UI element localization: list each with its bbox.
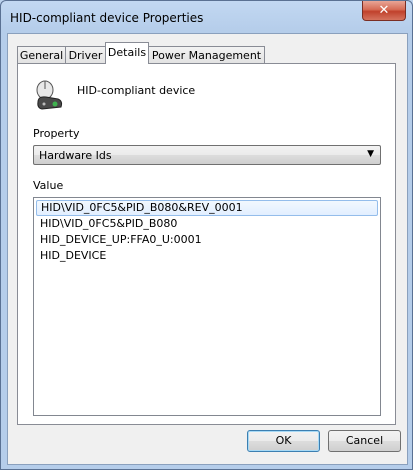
dialog-client-area: General Driver Details Power Management … — [7, 33, 408, 465]
tab-general[interactable]: General — [17, 46, 66, 63]
cancel-button[interactable]: Cancel — [328, 430, 401, 452]
properties-dialog: HID-compliant device Properties ✕ Genera… — [0, 0, 413, 470]
ok-button[interactable]: OK — [247, 430, 320, 452]
details-panel: HID-compliant device Property Hardware I… — [17, 63, 396, 425]
value-listbox[interactable]: HID\VID_0FC5&PID_B080&REV_0001 HID\VID_0… — [33, 197, 381, 416]
tab-power-management[interactable]: Power Management — [148, 46, 265, 63]
property-selected-value: Hardware Ids — [39, 149, 112, 162]
close-button[interactable]: ✕ — [362, 1, 406, 21]
value-list-item[interactable]: HID\VID_0FC5&PID_B080 — [36, 216, 378, 232]
mouse-keyboard-device-icon — [36, 80, 63, 110]
tab-details[interactable]: Details — [105, 42, 149, 64]
window-title: HID-compliant device Properties — [10, 11, 204, 25]
tab-driver[interactable]: Driver — [65, 46, 106, 63]
close-icon: ✕ — [378, 3, 390, 18]
value-list-item[interactable]: HID\VID_0FC5&PID_B080&REV_0001 — [36, 200, 378, 216]
value-label: Value — [33, 179, 64, 192]
device-name: HID-compliant device — [77, 84, 196, 97]
property-label: Property — [33, 127, 80, 140]
value-list-item[interactable]: HID_DEVICE — [36, 248, 378, 264]
value-list-item[interactable]: HID_DEVICE_UP:FFA0_U:0001 — [36, 232, 378, 248]
chevron-down-icon: ▼ — [367, 149, 374, 159]
property-dropdown[interactable]: Hardware Ids ▼ — [33, 145, 381, 165]
